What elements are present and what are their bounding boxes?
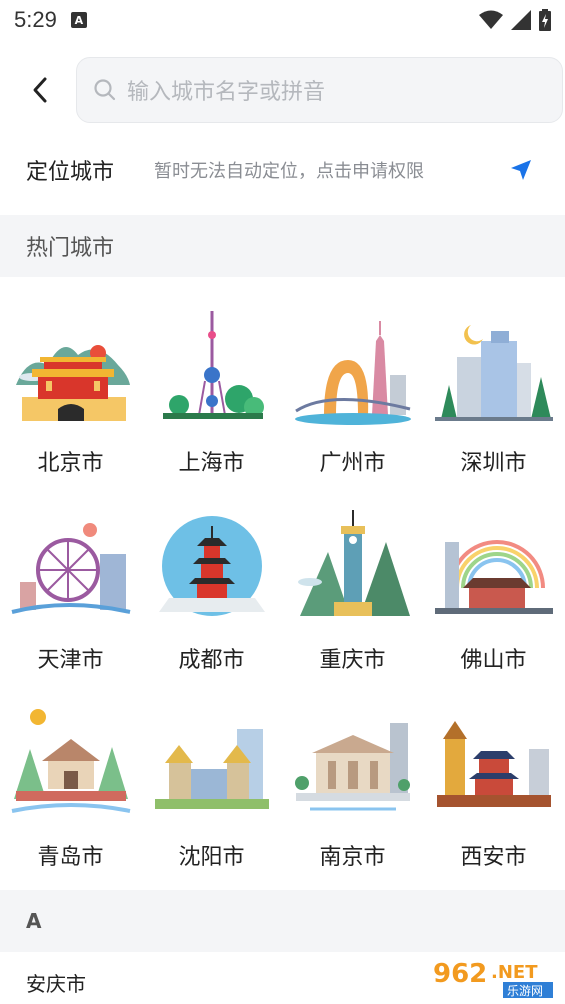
search-input[interactable]: 输入城市名字或拼音 — [76, 57, 563, 123]
city-item-nanjing[interactable]: 南京市 — [282, 685, 423, 882]
location-permission-message[interactable]: 暂时无法自动定位，点击申请权限 — [154, 157, 507, 183]
shenyang-palace-icon — [154, 729, 269, 809]
chongqing-tower-icon — [297, 510, 410, 616]
notification-a-icon: A — [70, 12, 87, 28]
city-item-beijing[interactable]: 北京市 — [0, 291, 141, 488]
shenzhen-skyline-icon — [434, 325, 553, 421]
city-item-shenyang[interactable]: 沈阳市 — [141, 685, 282, 882]
tianjin-ferris-wheel-icon — [11, 523, 130, 614]
city-item-tianjin[interactable]: 天津市 — [0, 488, 141, 685]
site-watermark-logo: 962 .NET 乐游网 — [427, 952, 559, 1000]
city-item-qingdao[interactable]: 青岛市 — [0, 685, 141, 882]
wifi-icon — [479, 10, 503, 29]
hot-cities-grid: 北京市 上海市 广州市 深圳市 天津市 成都市 重庆市 佛山市 青岛市 沈阳市 … — [0, 277, 565, 882]
nanjing-hall-icon — [294, 723, 410, 811]
navigation-arrow-icon[interactable] — [507, 156, 535, 184]
chengdu-pagoda-icon — [158, 516, 265, 616]
svg-text:.NET: .NET — [491, 962, 538, 983]
back-button[interactable] — [18, 68, 62, 112]
guangzhou-tower-icon — [294, 321, 411, 425]
city-name: 深圳市 — [460, 451, 527, 476]
beijing-tiananmen-icon — [15, 345, 130, 421]
shanghai-tower-icon — [162, 311, 264, 419]
city-item-foshan[interactable]: 佛山市 — [423, 488, 564, 685]
city-name: 沈阳市 — [178, 845, 245, 870]
city-name: 北京市 — [37, 451, 104, 476]
svg-text:乐游网: 乐游网 — [507, 984, 543, 998]
search-row: 输入城市名字或拼音 — [0, 40, 565, 140]
svg-text:962: 962 — [433, 959, 487, 989]
xian-bell-tower-icon — [436, 721, 551, 807]
city-name: 南京市 — [319, 845, 386, 870]
search-placeholder: 输入城市名字或拼音 — [127, 80, 326, 105]
city-name: 青岛市 — [37, 845, 104, 870]
city-item-chengdu[interactable]: 成都市 — [141, 488, 282, 685]
city-name: 西安市 — [460, 845, 527, 870]
qingdao-pavilion-icon — [11, 709, 130, 813]
signal-icon — [511, 10, 531, 30]
city-item-shanghai[interactable]: 上海市 — [141, 291, 282, 488]
city-name: 广州市 — [319, 451, 386, 476]
search-icon — [94, 79, 116, 101]
alphabet-section-header: A — [0, 890, 565, 952]
city-item-xian[interactable]: 西安市 — [423, 685, 564, 882]
city-name: 佛山市 — [460, 648, 527, 673]
foshan-rainbow-icon — [434, 540, 553, 614]
city-name: 重庆市 — [319, 648, 386, 673]
battery-icon — [539, 9, 551, 31]
status-bar: 5:29 A — [0, 0, 565, 40]
city-list-item[interactable]: 安庆市 — [26, 968, 86, 997]
location-row[interactable]: 定位城市 暂时无法自动定位，点击申请权限 — [0, 140, 565, 200]
status-time: 5:29 — [14, 7, 57, 32]
hot-cities-header: 热门城市 — [0, 215, 565, 277]
city-item-shenzhen[interactable]: 深圳市 — [423, 291, 564, 488]
location-title: 定位城市 — [26, 160, 115, 185]
city-name: 天津市 — [37, 648, 104, 673]
city-name: 成都市 — [178, 648, 245, 673]
chevron-left-icon — [33, 77, 47, 103]
city-name: 上海市 — [178, 451, 245, 476]
city-item-chongqing[interactable]: 重庆市 — [282, 488, 423, 685]
city-item-guangzhou[interactable]: 广州市 — [282, 291, 423, 488]
